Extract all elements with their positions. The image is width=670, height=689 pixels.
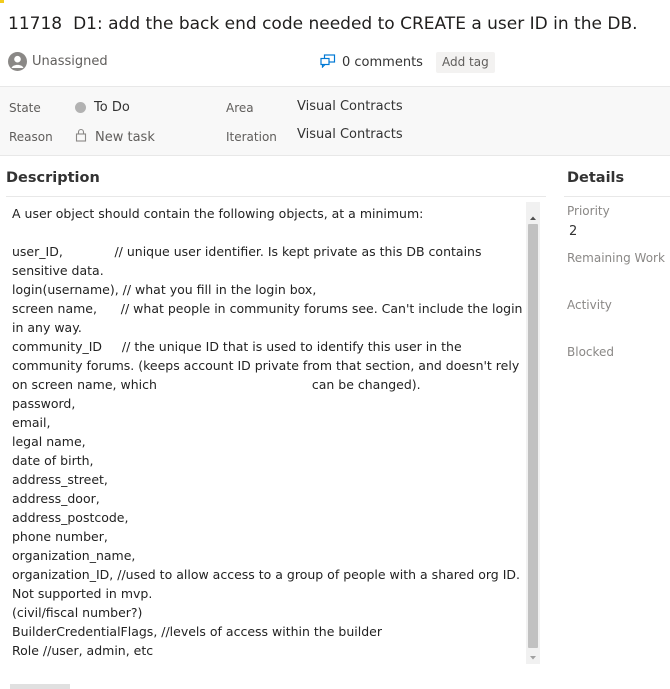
meta-row: Unassigned 0 comments Add tag — [8, 52, 668, 74]
description-scrollbar[interactable] — [526, 202, 540, 664]
area-picker[interactable]: Visual Contracts — [297, 99, 403, 114]
area-label: Area — [226, 101, 254, 115]
assignee-picker[interactable]: Unassigned — [8, 52, 108, 71]
blocked-label: Blocked — [567, 345, 615, 359]
reason-dropdown[interactable]: New task — [75, 128, 155, 146]
priority-label: Priority — [567, 204, 610, 218]
comments-count: 0 comments — [342, 55, 423, 70]
iteration-label: Iteration — [226, 130, 277, 144]
reason-value: New task — [95, 129, 155, 145]
activity-label: Activity — [567, 298, 612, 312]
title-row: 11718 D1: add the back end code needed t… — [8, 14, 638, 38]
reason-label: Reason — [9, 130, 53, 144]
comment-bubble-icon — [320, 53, 336, 72]
assignee-label: Unassigned — [32, 54, 108, 69]
priority-value[interactable]: 2 — [569, 224, 577, 239]
remaining-work-label: Remaining Work — [567, 251, 665, 265]
add-tag-button[interactable]: Add tag — [436, 52, 495, 73]
work-item-id: 11718 — [8, 14, 63, 34]
state-dropdown[interactable]: To Do — [75, 100, 130, 115]
scrollbar-thumb[interactable] — [528, 224, 538, 648]
fields-panel: State To Do Reason New task Area Visual … — [0, 86, 670, 156]
next-section-edge — [10, 684, 70, 689]
description-text[interactable]: A user object should contain the followi… — [12, 204, 524, 660]
details-heading: Details — [567, 170, 625, 186]
state-color-dot — [75, 102, 86, 113]
scroll-up-arrow-icon[interactable] — [526, 208, 540, 220]
area-value: Visual Contracts — [297, 99, 403, 114]
user-avatar-icon — [8, 52, 27, 71]
state-value: To Do — [94, 100, 130, 115]
comments-link[interactable]: 0 comments — [320, 53, 423, 72]
iteration-value: Visual Contracts — [297, 127, 403, 142]
state-label: State — [9, 101, 41, 115]
scroll-down-arrow-icon[interactable] — [526, 648, 540, 660]
description-editor[interactable]: A user object should contain the followi… — [6, 202, 544, 664]
lock-icon — [75, 128, 87, 146]
description-divider — [6, 196, 546, 197]
work-item-title[interactable]: D1: add the back end code needed to CREA… — [73, 14, 637, 34]
description-heading: Description — [6, 170, 100, 186]
details-divider — [564, 196, 670, 197]
iteration-picker[interactable]: Visual Contracts — [297, 127, 403, 142]
work-item-type-accent — [0, 0, 4, 3]
